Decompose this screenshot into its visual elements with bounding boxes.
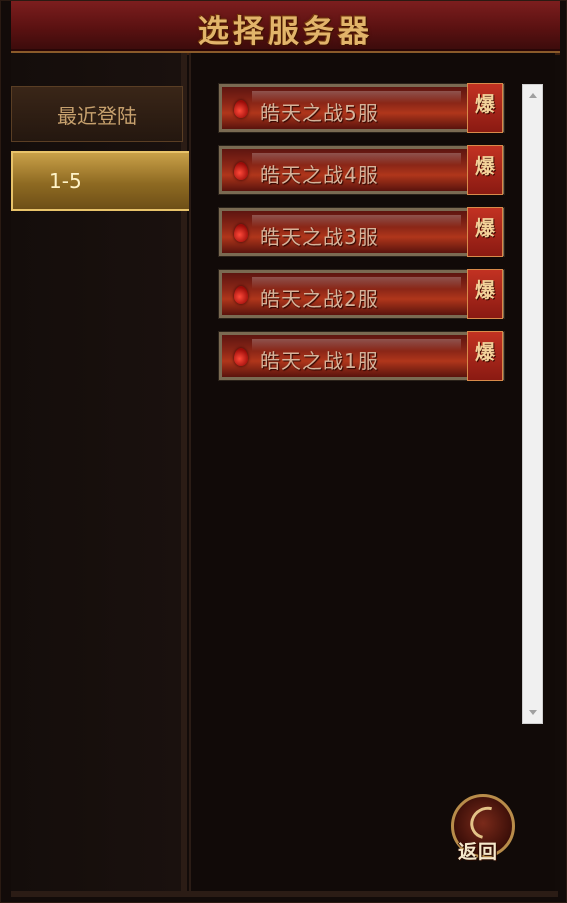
back-button[interactable]: 返回 xyxy=(451,794,515,863)
red-gem-icon xyxy=(234,100,248,118)
server-button-4[interactable]: 皓天之战4服 爆 xyxy=(218,145,505,195)
red-gem-icon xyxy=(234,224,248,242)
server-button-1[interactable]: 皓天之战1服 爆 xyxy=(218,331,505,381)
sidebar-tab-recent[interactable]: 最近登陆 xyxy=(11,86,183,142)
bottom-border xyxy=(11,891,558,897)
sidebar-tab-1-5[interactable]: 1-5 xyxy=(11,151,211,211)
hot-badge: 爆 xyxy=(467,207,503,257)
red-gem-icon xyxy=(234,286,248,304)
window-title: 选择服务器 xyxy=(198,14,373,50)
server-button-5[interactable]: 皓天之战5服 爆 xyxy=(218,83,505,133)
red-gem-icon xyxy=(234,348,248,366)
server-name: 皓天之战5服 xyxy=(260,101,379,125)
red-gem-icon xyxy=(234,162,248,180)
scroll-up-arrow-icon[interactable] xyxy=(529,93,537,98)
server-name: 皓天之战1服 xyxy=(260,349,379,373)
server-button-3[interactable]: 皓天之战3服 爆 xyxy=(218,207,505,257)
hot-badge: 爆 xyxy=(467,83,503,133)
hot-badge: 爆 xyxy=(467,145,503,195)
scroll-down-arrow-icon[interactable] xyxy=(529,710,537,715)
server-list-scrollbar[interactable] xyxy=(522,84,543,724)
back-button-label: 返回 xyxy=(458,841,499,863)
hot-badge: 爆 xyxy=(467,269,503,319)
server-name: 皓天之战3服 xyxy=(260,225,379,249)
game-window: 选择服务器 最近登陆 1-5 皓天之战5服 爆 皓天之战4服 爆 皓天之战3服 … xyxy=(0,0,567,903)
server-name: 皓天之战2服 xyxy=(260,287,379,311)
sidebar-tab-label: 1-5 xyxy=(49,169,82,193)
title-bar: 选择服务器 xyxy=(11,1,560,55)
hot-badge: 爆 xyxy=(467,331,503,381)
server-button-2[interactable]: 皓天之战2服 爆 xyxy=(218,269,505,319)
server-name: 皓天之战4服 xyxy=(260,163,379,187)
